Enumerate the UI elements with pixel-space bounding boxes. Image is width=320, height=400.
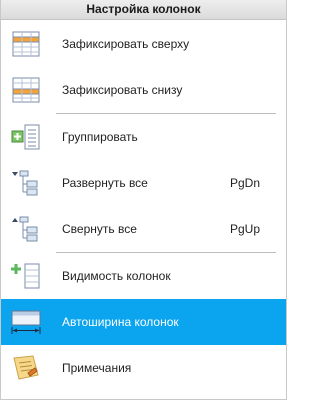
pin-top-icon	[12, 31, 40, 56]
menu-item-pin-top[interactable]: Зафиксировать сверху	[1, 20, 286, 67]
shortcut-hint: PgUp	[230, 222, 261, 236]
auto-width-icon	[11, 310, 41, 334]
expand-all-icon	[12, 170, 38, 196]
menu-item-pin-bottom[interactable]: Зафиксировать снизу	[1, 67, 286, 113]
menu-item-notes[interactable]: Примечания	[1, 345, 286, 391]
menu-item-label: Развернуть все	[62, 176, 148, 190]
menu-item-group[interactable]: Группировать	[1, 114, 286, 160]
menu-item-label: Группировать	[62, 130, 138, 144]
menu-item-label: Видимость колонок	[62, 269, 171, 283]
menu-item-auto-width[interactable]: Автоширина колонок	[1, 299, 286, 345]
notes-icon	[13, 355, 39, 380]
collapse-all-icon	[12, 216, 38, 242]
menu-item-collapse-all[interactable]: Свернуть все PgUp	[1, 206, 286, 252]
column-visibility-icon	[11, 263, 40, 289]
menu-item-expand-all[interactable]: Развернуть все PgDn	[1, 160, 286, 206]
pin-bottom-icon	[12, 77, 40, 103]
menu-item-column-visibility[interactable]: Видимость колонок	[1, 253, 286, 299]
menu-item-label: Свернуть все	[62, 222, 137, 236]
menu-header: Настройка колонок	[1, 0, 286, 20]
menu-item-label: Зафиксировать сверху	[62, 36, 190, 51]
menu-item-label: Примечания	[62, 361, 132, 375]
column-settings-menu: Настройка колонок Зафиксировать сверху З…	[0, 0, 287, 400]
menu-item-label: Зафиксировать снизу	[62, 83, 183, 97]
menu-item-label: Автоширина колонок	[62, 315, 179, 329]
group-icon	[11, 124, 40, 150]
shortcut-hint: PgDn	[230, 176, 261, 190]
